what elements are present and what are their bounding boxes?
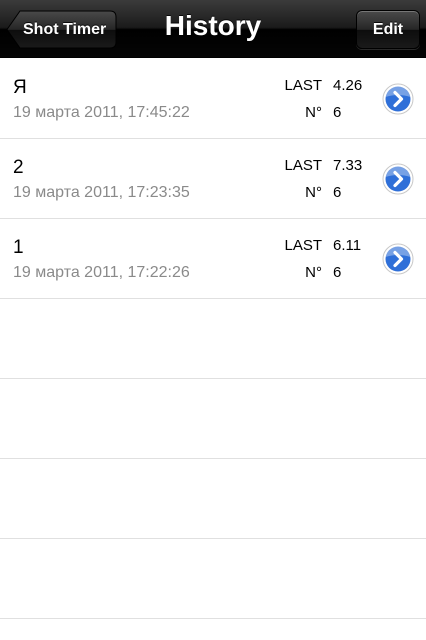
- number-label: N°: [305, 104, 322, 121]
- history-row[interactable]: 2 19 марта 2011, 17:23:35 LAST 7.33 N° 6: [0, 139, 426, 219]
- session-name: 2: [13, 157, 24, 178]
- chevron-right-icon[interactable]: [382, 163, 414, 195]
- last-value: 6.11: [333, 237, 362, 254]
- chevron-right-icon[interactable]: [382, 83, 414, 115]
- last-label: LAST: [284, 237, 322, 254]
- empty-row: [0, 539, 426, 619]
- session-date: 19 марта 2011, 17:22:26: [13, 264, 190, 281]
- number-value: 6: [333, 104, 342, 121]
- session-name: 1: [13, 237, 24, 258]
- edit-button[interactable]: Edit: [356, 10, 420, 49]
- navigation-bar: Shot Timer History Edit: [0, 0, 426, 58]
- empty-row: [0, 379, 426, 459]
- session-name: Я: [13, 77, 27, 98]
- last-label: LAST: [284, 157, 322, 174]
- session-date: 19 марта 2011, 17:45:22: [13, 104, 190, 121]
- last-label: LAST: [284, 77, 322, 94]
- number-label: N°: [305, 184, 322, 201]
- history-row[interactable]: 1 19 марта 2011, 17:22:26 LAST 6.11 N° 6: [0, 219, 426, 299]
- empty-row: [0, 299, 426, 379]
- number-label: N°: [305, 264, 322, 281]
- last-value: 4.26: [333, 77, 363, 94]
- chevron-right-icon[interactable]: [382, 243, 414, 275]
- last-value: 7.33: [333, 157, 363, 174]
- back-button-label: Shot Timer: [23, 20, 107, 38]
- session-date: 19 марта 2011, 17:23:35: [13, 184, 190, 201]
- history-row[interactable]: Я 19 марта 2011, 17:45:22 LAST 4.26 N° 6: [0, 59, 426, 139]
- number-value: 6: [333, 184, 342, 201]
- history-list: Я 19 марта 2011, 17:45:22 LAST 4.26 N° 6…: [0, 59, 426, 619]
- empty-row: [0, 459, 426, 539]
- number-value: 6: [333, 264, 342, 281]
